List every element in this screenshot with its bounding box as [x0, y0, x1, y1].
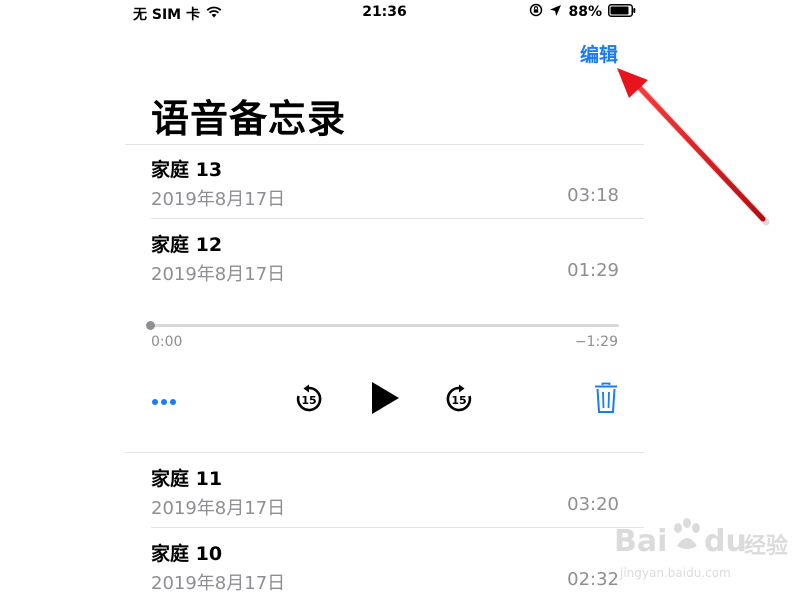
play-button[interactable] [365, 380, 405, 420]
remaining-time: −1:29 [574, 334, 618, 350]
recording-row[interactable]: 家庭 10 2019年8月17日 02:32 [151, 539, 619, 599]
skip-forward-15-icon: 15 [444, 384, 474, 414]
watermark-url: jingyan.baidu.com [620, 566, 731, 580]
recording-name: 家庭 11 [151, 468, 223, 490]
row-divider [151, 218, 644, 219]
recording-duration: 02:32 [567, 569, 619, 590]
recording-name: 家庭 12 [151, 234, 223, 256]
skip-back-seconds: 15 [301, 394, 316, 407]
recording-date: 2019年8月17日 [151, 573, 286, 594]
row-divider [151, 527, 644, 528]
skip-forward-button[interactable]: 15 [442, 382, 476, 416]
playback-scrubber[interactable] [151, 324, 619, 327]
skip-back-15-icon: 15 [294, 384, 324, 414]
more-options-button[interactable] [149, 388, 179, 412]
watermark-brand-suffix: du [704, 524, 747, 559]
status-right: 88% [529, 3, 636, 21]
more-icon [151, 391, 177, 410]
voice-memos-screen: 无 SIM 卡 21:36 88% 编辑 语音备忘录 家庭 13 2019年8月… [125, 0, 644, 600]
rotation-lock-icon [529, 3, 543, 21]
recording-duration: 03:20 [567, 494, 619, 515]
recording-name: 家庭 10 [151, 543, 223, 565]
delete-button[interactable] [591, 382, 621, 418]
recording-duration: 01:29 [567, 260, 619, 281]
watermark-brand: Bai [614, 524, 668, 559]
skip-back-button[interactable]: 15 [292, 382, 326, 416]
recording-row-selected[interactable]: 家庭 12 2019年8月17日 01:29 [151, 230, 619, 290]
recording-row[interactable]: 家庭 11 2019年8月17日 03:20 [151, 464, 619, 524]
battery-icon [608, 3, 636, 21]
header-divider [125, 144, 644, 145]
edit-button[interactable]: 编辑 [580, 40, 618, 67]
recording-duration: 03:18 [567, 185, 619, 206]
recording-date: 2019年8月17日 [151, 189, 286, 210]
watermark-product: 经验 [744, 534, 789, 559]
recording-name: 家庭 13 [151, 159, 223, 181]
recording-date: 2019年8月17日 [151, 264, 286, 285]
elapsed-time: 0:00 [151, 334, 183, 350]
location-arrow-icon [549, 4, 562, 21]
paw-icon [670, 516, 704, 558]
player-divider [125, 452, 644, 453]
page-title: 语音备忘录 [151, 97, 347, 141]
scrubber-handle[interactable] [146, 321, 155, 330]
battery-percent: 88% [568, 4, 602, 20]
recording-row[interactable]: 家庭 13 2019年8月17日 03:18 [151, 155, 619, 215]
baidu-jingyan-watermark: Bai du 经验 jingyan.baidu.com [614, 510, 794, 590]
trash-icon [594, 382, 618, 418]
recording-date: 2019年8月17日 [151, 498, 286, 519]
status-bar: 无 SIM 卡 21:36 88% [125, 0, 644, 24]
play-icon [370, 381, 400, 419]
skip-forward-seconds: 15 [451, 394, 466, 407]
